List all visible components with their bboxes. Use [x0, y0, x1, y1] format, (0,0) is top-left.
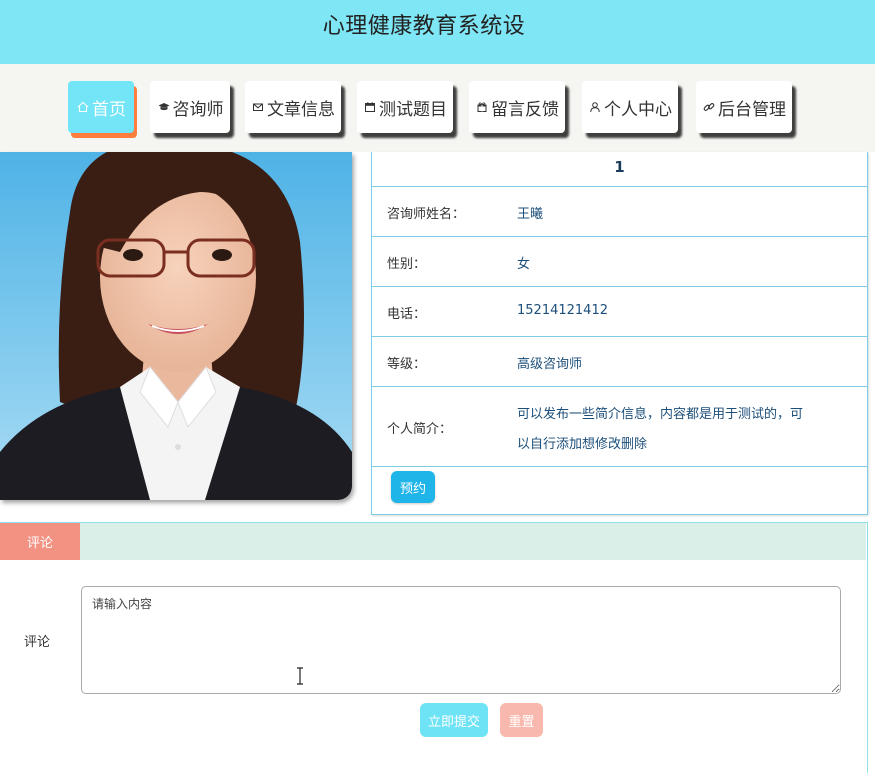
- nav-item-label: 测试题目: [379, 99, 447, 120]
- nav-item-label: 留言反馈: [491, 99, 559, 120]
- comment-field-label: 评论: [24, 635, 51, 650]
- envelope-icon: [251, 100, 265, 114]
- table-row: 咨询师姓名： 王曦: [372, 187, 867, 237]
- table-row: 1: [372, 152, 867, 187]
- table-row: 电话： 15214121412: [372, 287, 867, 337]
- tab-comment[interactable]: 评论: [0, 523, 80, 560]
- site-title: 心理健康教育系统设: [322, 14, 526, 39]
- comment-section: 评论 评论 立即提交 重置: [0, 522, 868, 773]
- level-label: 等级：: [387, 357, 427, 372]
- phone-value: 15214121412: [517, 303, 608, 318]
- nav-item-tests[interactable]: 测试题目: [357, 81, 453, 133]
- name-value: 王曦: [517, 207, 544, 222]
- bio-line-2: 以自行添加想修改删除: [517, 437, 648, 452]
- gender-value: 女: [517, 257, 531, 272]
- counselor-photo: [0, 152, 352, 500]
- main-nav: 首页 咨询师 文章信息 测试题目 留言反馈 个人中心 后台管理: [0, 64, 875, 152]
- text-cursor-icon: [297, 667, 303, 685]
- home-icon: [76, 100, 90, 114]
- name-label: 咨询师姓名：: [387, 207, 466, 222]
- bio-label: 个人简介：: [387, 422, 453, 437]
- link-icon: [702, 100, 716, 114]
- gender-label: 性别：: [387, 257, 427, 272]
- nav-item-label: 文章信息: [267, 99, 335, 120]
- nav-item-articles[interactable]: 文章信息: [245, 81, 341, 133]
- gift-icon: [475, 100, 489, 114]
- submit-button[interactable]: 立即提交: [420, 703, 488, 737]
- table-row: 性别： 女: [372, 237, 867, 287]
- reset-button[interactable]: 重置: [500, 703, 543, 737]
- graduation-cap-icon: [157, 100, 171, 114]
- nav-item-label: 个人中心: [604, 99, 672, 120]
- table-row: 个人简介： 可以发布一些简介信息，内容都是用于测试的，可 以自行添加想修改删除: [372, 387, 867, 467]
- nav-item-profile[interactable]: 个人中心: [582, 81, 678, 133]
- page: 心理健康教育系统设 首页 咨询师 文章信息 测试题目 留言反馈 个人中心 后台管…: [0, 0, 875, 773]
- level-value: 高级咨询师: [517, 357, 583, 372]
- counselor-index: 1: [614, 158, 625, 176]
- nav-item-label: 首页: [92, 99, 126, 120]
- phone-label: 电话：: [387, 307, 427, 322]
- nav-item-feedback[interactable]: 留言反馈: [469, 81, 565, 133]
- nav-item-label: 后台管理: [718, 99, 786, 120]
- counselor-detail-table: 1 咨询师姓名： 王曦 性别： 女 电话： 15214121412 等级： 高级…: [371, 152, 868, 515]
- nav-item-counselors[interactable]: 咨询师: [150, 81, 230, 133]
- comment-tabbar: 评论: [0, 523, 866, 560]
- table-row: 等级： 高级咨询师: [372, 337, 867, 387]
- site-header: 心理健康教育系统设: [0, 0, 875, 64]
- nav-item-label: 咨询师: [172, 99, 224, 120]
- comment-textarea[interactable]: [81, 586, 841, 694]
- nav-item-home[interactable]: 首页: [68, 81, 134, 133]
- nav-item-admin[interactable]: 后台管理: [696, 81, 792, 133]
- user-icon: [588, 100, 602, 114]
- book-button[interactable]: 预约: [391, 471, 435, 503]
- calendar-icon: [363, 100, 377, 114]
- bio-line-1: 可以发布一些简介信息，内容都是用于测试的，可: [517, 407, 804, 422]
